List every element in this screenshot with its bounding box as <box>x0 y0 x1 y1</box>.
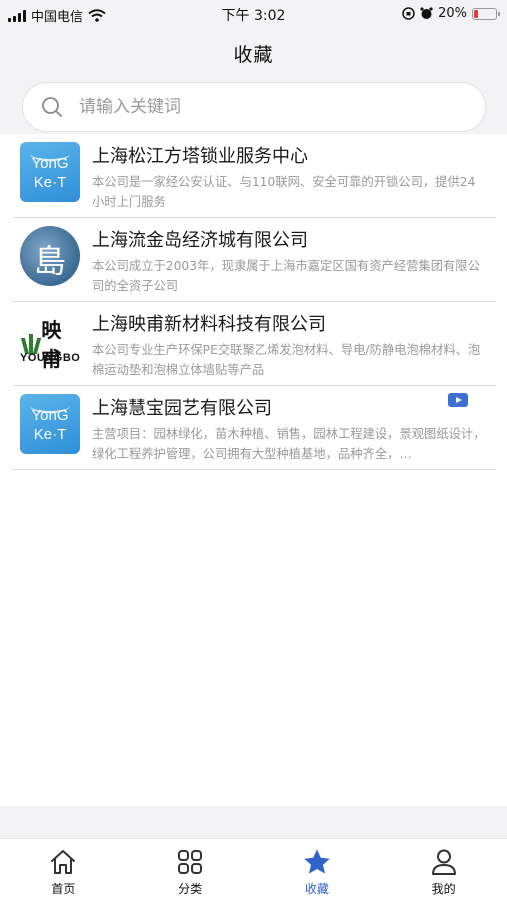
company-logo: YonG Ke·T <box>20 142 80 202</box>
company-description: 主营项目：园林绿化，苗木种植、销售，园林工程建设，景观图纸设计，绿化工程养护管理… <box>92 427 486 461</box>
alarm-icon <box>420 7 433 19</box>
battery-percent: 20% <box>438 6 467 21</box>
battery-level <box>474 9 479 18</box>
star-icon <box>304 849 330 874</box>
tab-favorites[interactable]: 收藏 <box>254 839 381 900</box>
battery-icon <box>472 7 500 20</box>
status-bar: 中国电信 下午 3:02 20% <box>0 0 507 28</box>
list-item[interactable]: YonG Ke·T 上海松江方塔锁业服务中心 本公司是一家经公安认证、与110联… <box>12 134 496 218</box>
tab-mine[interactable]: 我的 <box>380 839 507 900</box>
tab-label: 收藏 <box>304 882 329 896</box>
tab-category[interactable]: 分类 <box>127 839 254 900</box>
company-logo: 島 <box>20 226 80 286</box>
company-name: 上海映甫新材料科技有限公司 <box>92 314 326 335</box>
company-logo: 映甫 YOUNGBO <box>20 310 80 370</box>
grid-icon <box>178 850 203 874</box>
company-description: 本公司专业生产环保PE交联聚乙烯发泡材料、导电/防静电泡棉材料、泡棉运动垫和泡棉… <box>92 343 481 377</box>
leaf-icon <box>20 332 42 354</box>
list-item[interactable]: 映甫 YOUNGBO 上海映甫新材料科技有限公司 本公司专业生产环保PE交联聚乙… <box>12 302 496 386</box>
company-description: 本公司成立于2003年，现隶属于上海市嘉定区国有资产经营集团有限公司的全资子公司 <box>92 259 480 293</box>
list-item[interactable]: 島 上海流金岛经济城有限公司 本公司成立于2003年，现隶属于上海市嘉定区国有资… <box>12 218 496 302</box>
home-icon <box>51 850 76 874</box>
company-name: 上海流金岛经济城有限公司 <box>92 230 308 251</box>
company-description: 本公司是一家经公安认证、与110联网、安全可靠的开锁公司，提供24小时上门服务 <box>92 175 476 209</box>
tab-label: 我的 <box>431 882 456 896</box>
page-title: 收藏 <box>233 44 274 66</box>
video-icon <box>448 393 468 407</box>
tab-bar: 首页 分类 收藏 我的 <box>0 838 507 900</box>
search-bar[interactable] <box>22 82 486 132</box>
list-item[interactable]: YonG Ke·T 上海慧宝园艺有限公司 主营项目：园林绿化，苗木种植、销售，园… <box>12 386 496 470</box>
tab-home[interactable]: 首页 <box>0 839 127 900</box>
rotation-lock-icon <box>402 7 415 20</box>
company-name: 上海慧宝园艺有限公司 <box>92 398 272 419</box>
search-input[interactable] <box>79 97 459 117</box>
company-name: 上海松江方塔锁业服务中心 <box>92 146 308 167</box>
tab-label: 分类 <box>178 882 203 896</box>
company-logo: YonG Ke·T <box>20 394 80 454</box>
favorites-screen: 中国电信 下午 3:02 20% 收藏 请输入关键词 YonG Ke·T 上海松… <box>0 0 507 900</box>
user-icon <box>431 849 456 875</box>
favorites-list: YonG Ke·T 上海松江方塔锁业服务中心 本公司是一家经公安认证、与110联… <box>0 134 507 806</box>
tab-label: 首页 <box>51 882 76 896</box>
search-icon <box>42 97 62 117</box>
